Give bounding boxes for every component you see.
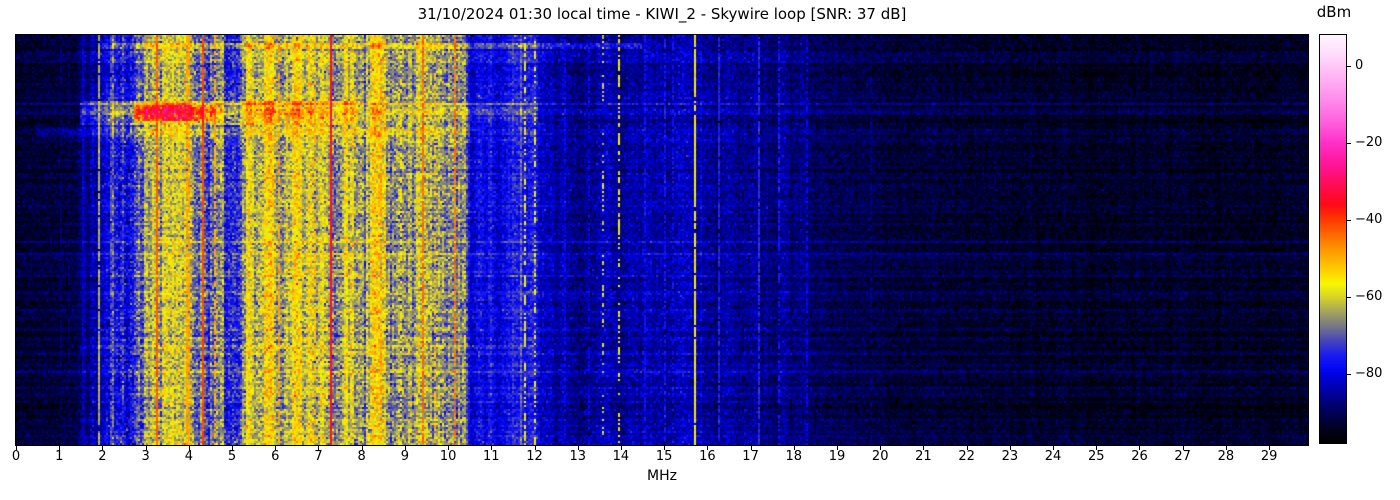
x-tick-label: 1	[55, 449, 64, 464]
x-tick-label: 28	[1217, 449, 1235, 464]
x-tick-label: 22	[958, 449, 975, 464]
colorbar-tick-mark	[1347, 142, 1351, 144]
x-tick-label: 5	[227, 449, 237, 464]
x-tick-label: 3	[141, 449, 150, 464]
x-tick-label: 11	[483, 449, 500, 464]
x-tick-label: 8	[357, 449, 366, 464]
colorbar-tick-mark	[1347, 219, 1351, 221]
x-tick-label: 27	[1174, 449, 1191, 464]
x-tick-label: 24	[1044, 449, 1062, 464]
x-tick-label: 17	[742, 449, 759, 464]
x-tick-label: 26	[1131, 449, 1148, 464]
x-tick-label: 4	[184, 449, 193, 464]
x-tick-label: 20	[871, 449, 889, 464]
x-tick-label: 13	[569, 449, 586, 464]
x-tick-label: 0	[11, 449, 21, 464]
x-tick-label: 21	[915, 449, 932, 464]
colorbar-unit-label: dBm	[1316, 3, 1352, 21]
waterfall-figure: 31/10/2024 01:30 local time - KIWI_2 - S…	[0, 0, 1400, 500]
colorbar-tick-label: 0	[1355, 57, 1364, 73]
x-tick-label: 6	[271, 449, 280, 464]
colorbar-tick-label: −40	[1355, 211, 1383, 227]
x-tick-label: 14	[612, 449, 630, 464]
x-tick-label: 25	[1087, 449, 1105, 464]
x-tick-label: 12	[526, 449, 543, 464]
x-tick-label: 29	[1260, 449, 1278, 464]
colorbar-canvas	[1319, 34, 1347, 444]
x-tick-label: 23	[1001, 449, 1019, 464]
x-axis-label: MHz	[647, 468, 677, 484]
x-tick-label: 7	[314, 449, 323, 464]
colorbar-tick-mark	[1347, 65, 1351, 67]
x-tick-label: 2	[98, 449, 107, 464]
colorbar-tick-label: −20	[1355, 134, 1383, 150]
x-tick-label: 18	[785, 449, 803, 464]
x-tick-label: 15	[655, 449, 673, 464]
colorbar-tick-label: −60	[1355, 288, 1383, 304]
x-tick-label: 10	[439, 449, 457, 464]
x-tick-label: 19	[828, 449, 846, 464]
x-tick-label: 9	[400, 449, 410, 464]
spectrogram-canvas	[15, 34, 1309, 446]
x-tick-label: 16	[699, 449, 716, 464]
colorbar-tick-mark	[1347, 296, 1351, 298]
plot-title: 31/10/2024 01:30 local time - KIWI_2 - S…	[417, 5, 907, 23]
colorbar-tick-label: −80	[1355, 365, 1383, 381]
colorbar-tick-mark	[1347, 373, 1351, 375]
